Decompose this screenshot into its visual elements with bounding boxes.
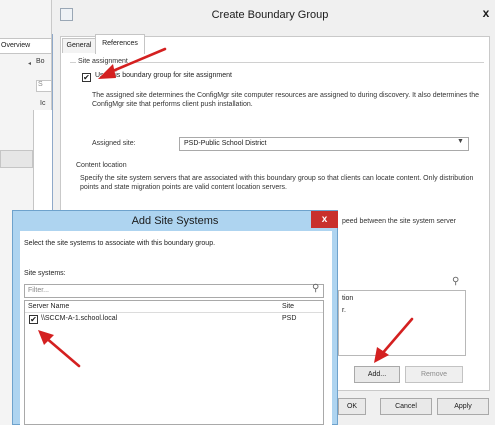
annotation-arrow-checkbox [98,47,167,79]
annotation-arrow-server [38,330,81,368]
annotation-arrow-add [374,317,414,363]
annotation-arrows [38,47,414,368]
